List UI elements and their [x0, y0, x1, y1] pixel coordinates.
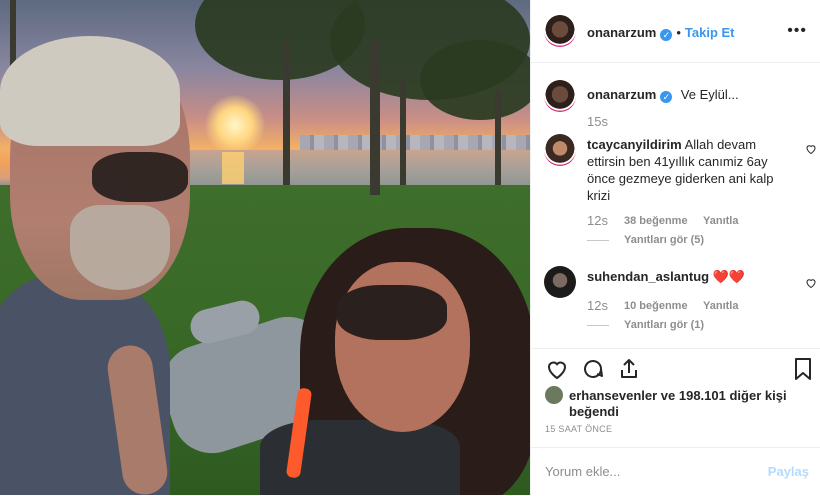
woman-sunglasses — [337, 285, 447, 340]
comment-icon[interactable] — [581, 357, 605, 386]
follow-button[interactable]: Takip Et — [685, 25, 735, 40]
replies-divider — [587, 240, 609, 241]
tree-trunk — [400, 80, 406, 185]
avatar[interactable] — [544, 134, 576, 166]
comment-likes[interactable]: 10 beğenme — [624, 300, 688, 312]
share-icon[interactable] — [617, 357, 641, 386]
header-title: onanarzum ✓ • Takip Et — [587, 24, 735, 42]
tree-trunk — [370, 40, 380, 195]
comment-time[interactable]: 12s — [587, 298, 608, 313]
comment-text: ❤️❤️ — [712, 269, 746, 284]
tree-canopy — [420, 40, 530, 120]
post-comment-button[interactable]: Paylaş — [768, 464, 809, 479]
caption-text: Ve Eylül... — [680, 87, 739, 102]
instagram-post: onanarzum ✓ • Takip Et ••• onanarzum ✓ Ve Ey… — [0, 0, 820, 495]
verified-badge-icon: ✓ — [660, 29, 673, 41]
avatar[interactable] — [544, 15, 576, 47]
comment-like-heart-icon[interactable] — [805, 276, 817, 294]
replies-divider — [587, 325, 609, 326]
action-bar — [531, 348, 820, 389]
separator: • — [676, 25, 681, 40]
sunset-sun — [205, 95, 265, 155]
post-header: onanarzum ✓ • Takip Et ••• — [531, 0, 820, 63]
tree-trunk — [283, 40, 290, 185]
verified-badge-icon: ✓ — [660, 91, 673, 103]
post-side-panel: onanarzum ✓ • Takip Et ••• onanarzum ✓ Ve Ey… — [530, 0, 820, 495]
reply-button[interactable]: Yanıtla — [703, 300, 738, 312]
man-hair — [0, 36, 180, 146]
header-username[interactable]: onanarzum — [587, 25, 656, 40]
caption: onanarzum ✓ Ve Eylül... — [587, 86, 739, 104]
likes-suffix: beğendi — [569, 404, 619, 419]
comment-bar: Yorum ekle... Paylaş — [531, 447, 820, 496]
view-replies-link[interactable]: Yanıtları gör (5) — [624, 234, 704, 246]
caption-username[interactable]: onanarzum — [587, 87, 656, 102]
liker-avatar[interactable] — [545, 386, 563, 404]
man-beard — [70, 205, 170, 290]
comment-likes[interactable]: 38 beğenme — [624, 215, 688, 227]
comment: suhendan_aslantug ❤️❤️ — [587, 268, 792, 285]
liker-username[interactable]: erhansevenler — [569, 388, 657, 403]
comment-input[interactable]: Yorum ekle... — [545, 464, 620, 479]
comment-like-heart-icon[interactable] — [805, 142, 817, 160]
tree-trunk — [495, 90, 501, 185]
avatar[interactable] — [544, 266, 576, 298]
comment: tcaycanyildirim Allah devam ettirsin ben… — [587, 136, 792, 204]
reply-button[interactable]: Yanıtla — [703, 215, 738, 227]
likes-count[interactable]: ve 198.101 diğer kişi — [661, 388, 787, 403]
post-photo[interactable] — [0, 0, 530, 495]
caption-time[interactable]: 15s — [587, 114, 608, 129]
heart-icon[interactable] — [545, 357, 569, 386]
post-timestamp[interactable]: 15 SAAT ÖNCE — [545, 424, 612, 434]
sun-reflection — [222, 152, 244, 184]
man-sunglasses — [92, 152, 188, 202]
likes-summary: erhansevenler ve 198.101 diğer kişi beğe… — [545, 386, 805, 419]
view-replies-link[interactable]: Yanıtları gör (1) — [624, 319, 704, 331]
bookmark-icon[interactable] — [793, 357, 813, 386]
more-options-icon[interactable]: ••• — [787, 22, 807, 40]
comment-time[interactable]: 12s — [587, 213, 608, 228]
avatar[interactable] — [544, 80, 576, 112]
comment-username[interactable]: suhendan_aslantug — [587, 269, 709, 284]
comment-username[interactable]: tcaycanyildirim — [587, 137, 682, 152]
